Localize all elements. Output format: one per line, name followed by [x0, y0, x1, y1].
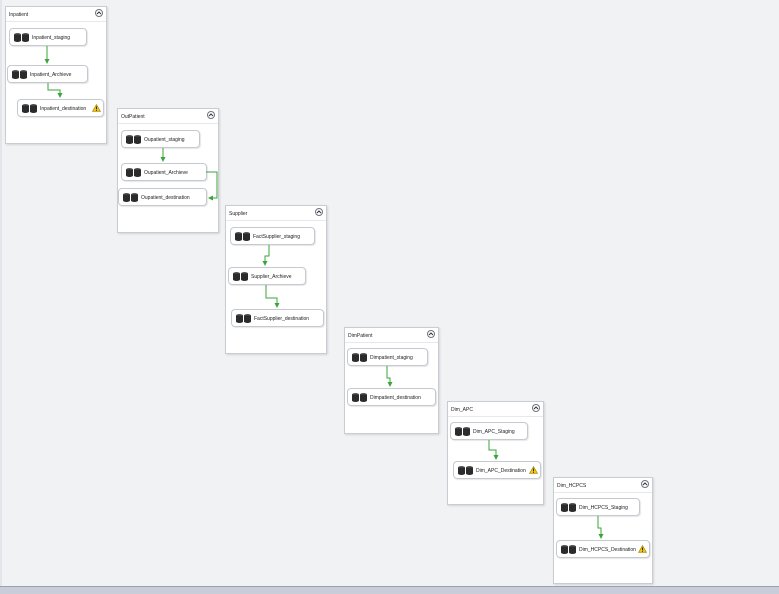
collapse-button[interactable]: [532, 404, 540, 412]
container-dimpatient[interactable]: DimPatient: [344, 327, 439, 434]
container-title: Inpatient: [9, 12, 29, 18]
data-flow-task-icon: [561, 503, 576, 512]
data-flow-task-icon: [22, 104, 37, 113]
warning-icon: [638, 545, 647, 553]
collapse-button[interactable]: [207, 111, 215, 119]
container-dim-hcpcs[interactable]: Dim_HCPCS: [553, 477, 653, 584]
data-flow-task-icon: [123, 193, 138, 202]
container-header: OutPatient: [118, 109, 218, 124]
container-title: Dim_HCPCS: [557, 483, 587, 489]
container-title: Dim_APC: [451, 407, 473, 413]
container-title: Supplier: [229, 211, 248, 217]
container-header: DimPatient: [345, 328, 438, 343]
canvas-left-edge: [0, 0, 2, 586]
task-outpatient-destination[interactable]: Oupatient_destination: [118, 188, 207, 206]
data-flow-task-icon: [14, 33, 29, 42]
data-flow-task-icon: [233, 272, 248, 281]
task-label: Dim_HCPCS_Destination: [579, 547, 636, 553]
control-flow-canvas[interactable]: Inpatient Inpatient_staging Inpatient_Ar…: [0, 0, 779, 586]
task-supplier-archieve[interactable]: Supplier_Archieve: [228, 267, 306, 285]
task-label: Oupatient_destination: [141, 195, 190, 201]
task-dim-apc-destination[interactable]: Dim_APC_Destination: [453, 461, 541, 479]
collapse-button[interactable]: [95, 9, 103, 17]
task-outpatient-archieve[interactable]: Oupatient_Archieve: [121, 163, 207, 181]
task-inpatient-destination[interactable]: Inpatient_destination: [17, 99, 104, 117]
task-inpatient-staging[interactable]: Inpatient_staging: [9, 28, 87, 46]
task-dim-hcpcs-destination[interactable]: Dim_HCPCS_Destination: [556, 540, 650, 558]
data-flow-task-icon: [126, 168, 141, 177]
task-outpatient-staging[interactable]: Oupatient_staging: [121, 130, 200, 148]
warning-icon: [92, 104, 101, 112]
task-supplier-staging[interactable]: FactSupplier_staging: [230, 227, 315, 245]
chevron-up-icon: [533, 406, 539, 410]
task-dim-hcpcs-staging[interactable]: Dim_HCPCS_Staging: [556, 498, 640, 516]
task-label: Oupatient_staging: [144, 137, 185, 143]
container-header: Inpatient: [6, 7, 106, 22]
precedence-constraints: [44, 46, 604, 539]
data-flow-task-icon: [455, 427, 470, 436]
task-label: Dimpatient_staging: [370, 355, 413, 361]
data-flow-task-icon: [561, 545, 576, 554]
chevron-up-icon: [96, 11, 102, 15]
container-header: Dim_HCPCS: [554, 478, 652, 493]
collapse-button[interactable]: [641, 480, 649, 488]
task-label: FactSupplier_staging: [253, 234, 300, 240]
data-flow-task-icon: [236, 314, 251, 323]
container-header: Dim_APC: [448, 402, 543, 417]
collapse-button[interactable]: [427, 330, 435, 338]
chevron-up-icon: [316, 210, 322, 214]
task-label: Oupatient_Archieve: [144, 170, 188, 176]
task-label: Inpatient_destination: [40, 106, 87, 112]
task-dim-apc-staging[interactable]: Dim_APC_Staging: [450, 422, 528, 440]
collapse-button[interactable]: [315, 208, 323, 216]
task-label: Inpatient_Archieve: [30, 72, 72, 78]
chevron-up-icon: [428, 332, 434, 336]
task-label: FactSupplier_destination: [254, 316, 310, 322]
container-title: OutPatient: [121, 114, 145, 120]
data-flow-task-icon: [12, 70, 27, 79]
warning-icon: [529, 466, 538, 474]
data-flow-task-icon: [352, 353, 367, 362]
task-label: Dim_HCPCS_Staging: [579, 505, 628, 511]
container-header: Supplier: [226, 206, 326, 221]
container-title: DimPatient: [348, 333, 373, 339]
chevron-up-icon: [642, 482, 648, 486]
task-label: Supplier_Archieve: [251, 274, 292, 280]
task-label: Dim_APC_Staging: [473, 429, 515, 435]
data-flow-task-icon: [458, 466, 473, 475]
designer-bottom-bar: [0, 586, 779, 594]
task-dimpatient-staging[interactable]: Dimpatient_staging: [347, 348, 428, 366]
task-label: Inpatient_staging: [32, 35, 71, 41]
task-supplier-destination[interactable]: FactSupplier_destination: [231, 309, 324, 327]
task-inpatient-archieve[interactable]: Inpatient_Archieve: [7, 65, 88, 83]
data-flow-task-icon: [235, 232, 250, 241]
task-label: Dim_APC_Destination: [476, 468, 526, 474]
data-flow-task-icon: [126, 135, 141, 144]
data-flow-task-icon: [352, 393, 367, 402]
task-label: Dimpatient_destination: [370, 395, 421, 401]
task-dimpatient-destination[interactable]: Dimpatient_destination: [347, 388, 436, 406]
container-dim-apc[interactable]: Dim_APC: [447, 401, 544, 505]
chevron-up-icon: [208, 113, 214, 117]
